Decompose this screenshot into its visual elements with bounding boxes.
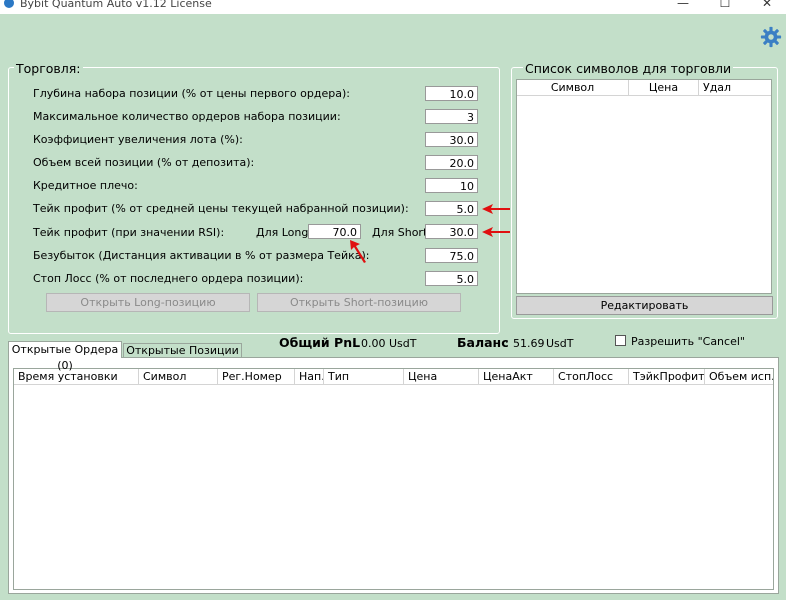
red-arrow-icon xyxy=(482,227,510,237)
red-arrow-icon xyxy=(482,204,510,214)
pnl-value: 0.00 xyxy=(361,337,386,350)
cancel-checkbox-label[interactable]: Разрешить "Cancel" xyxy=(631,335,745,348)
lot-coef-input[interactable]: 30.0 xyxy=(425,132,478,147)
orders-col-price[interactable]: Цена xyxy=(404,369,479,385)
pnl-separator: : xyxy=(352,337,356,350)
leverage-label: Кредитное плечо: xyxy=(33,179,138,192)
trading-legend: Торговля: xyxy=(14,61,83,76)
gear-icon[interactable] xyxy=(760,26,782,48)
main-area: Торговля: Глубина набора позиции (% от ц… xyxy=(0,14,786,600)
symbols-table[interactable]: Символ Цена Удал xyxy=(516,79,772,294)
maximize-button[interactable]: ☐ xyxy=(718,0,732,10)
pnl-unit: UsdT xyxy=(389,337,417,350)
pnl-label: Общий PnL xyxy=(279,335,361,350)
orders-col-type[interactable]: Тип xyxy=(324,369,404,385)
app-logo-icon xyxy=(4,0,14,8)
breakeven-input[interactable]: 75.0 xyxy=(425,248,478,263)
orders-col-takeprofit[interactable]: ТэйкПрофит xyxy=(629,369,705,385)
symbols-legend: Список символов для торговли xyxy=(523,61,734,76)
orders-col-direction[interactable]: Нап. xyxy=(295,369,324,385)
balance-value: 51.69 xyxy=(513,337,545,350)
balance-unit: UsdT xyxy=(546,337,574,350)
orders-col-regnum[interactable]: Рег.Номер xyxy=(218,369,295,385)
position-volume-input[interactable]: 20.0 xyxy=(425,155,478,170)
edit-symbols-button[interactable]: Редактировать xyxy=(516,296,773,315)
take-profit-input[interactable]: 5.0 xyxy=(425,201,478,216)
orders-col-volume[interactable]: Объем исп. xyxy=(705,369,773,385)
orders-col-stoploss[interactable]: СтопЛосс xyxy=(554,369,629,385)
symbols-col-remove[interactable]: Удал xyxy=(699,80,771,96)
rsi-long-input[interactable]: 70.0 xyxy=(308,224,361,239)
max-orders-label: Максимальное количество ордеров набора п… xyxy=(33,110,341,123)
orders-col-activation-price[interactable]: ЦенаАкт xyxy=(479,369,554,385)
red-arrow-icon xyxy=(350,240,366,263)
short-label: Для Short: xyxy=(372,226,431,239)
breakeven-label: Безубыток (Дистанция активации в % от ра… xyxy=(33,249,370,262)
cancel-checkbox[interactable] xyxy=(615,335,626,346)
window-title: Bybit Quantum Auto v1.12 License xyxy=(20,0,212,10)
title-bar: Bybit Quantum Auto v1.12 License — ☐ ✕ xyxy=(0,0,786,14)
balance-label: Баланс xyxy=(457,335,509,350)
tab-open-positions[interactable]: Открытые Позиции (0) xyxy=(123,343,242,371)
open-short-button[interactable]: Открыть Short-позицию xyxy=(257,293,461,312)
tab-open-orders[interactable]: Открытые Ордера (0) xyxy=(8,341,122,372)
position-volume-label: Объем всей позиции (% от депозита): xyxy=(33,156,255,169)
lot-coef-label: Коэффициент увеличения лота (%): xyxy=(33,133,243,146)
close-button[interactable]: ✕ xyxy=(760,0,774,10)
stoploss-input[interactable]: 5.0 xyxy=(425,271,478,286)
rsi-take-label: Тейк профит (при значении RSI): xyxy=(33,226,225,239)
balance-separator: : xyxy=(505,337,509,350)
symbols-col-price[interactable]: Цена xyxy=(629,80,699,96)
stoploss-label: Стоп Лосс (% от последнего ордера позици… xyxy=(33,272,304,285)
leverage-input[interactable]: 10 xyxy=(425,178,478,193)
open-long-button[interactable]: Открыть Long-позицию xyxy=(46,293,250,312)
minimize-button[interactable]: — xyxy=(676,0,690,10)
orders-table[interactable]: Время установки Символ Рег.Номер Нап. Ти… xyxy=(13,368,774,590)
long-label: Для Long: xyxy=(256,226,313,239)
orders-col-symbol[interactable]: Символ xyxy=(139,369,218,385)
max-orders-input[interactable]: 3 xyxy=(425,109,478,124)
depth-input[interactable]: 10.0 xyxy=(425,86,478,101)
take-profit-label: Тейк профит (% от средней цены текущей н… xyxy=(33,202,409,215)
depth-label: Глубина набора позиции (% от цены первог… xyxy=(33,87,350,100)
orders-col-time[interactable]: Время установки xyxy=(14,369,139,385)
symbols-col-symbol[interactable]: Символ xyxy=(517,80,629,96)
rsi-short-input[interactable]: 30.0 xyxy=(425,224,478,239)
orders-panel: Время установки Символ Рег.Номер Нап. Ти… xyxy=(8,357,779,594)
